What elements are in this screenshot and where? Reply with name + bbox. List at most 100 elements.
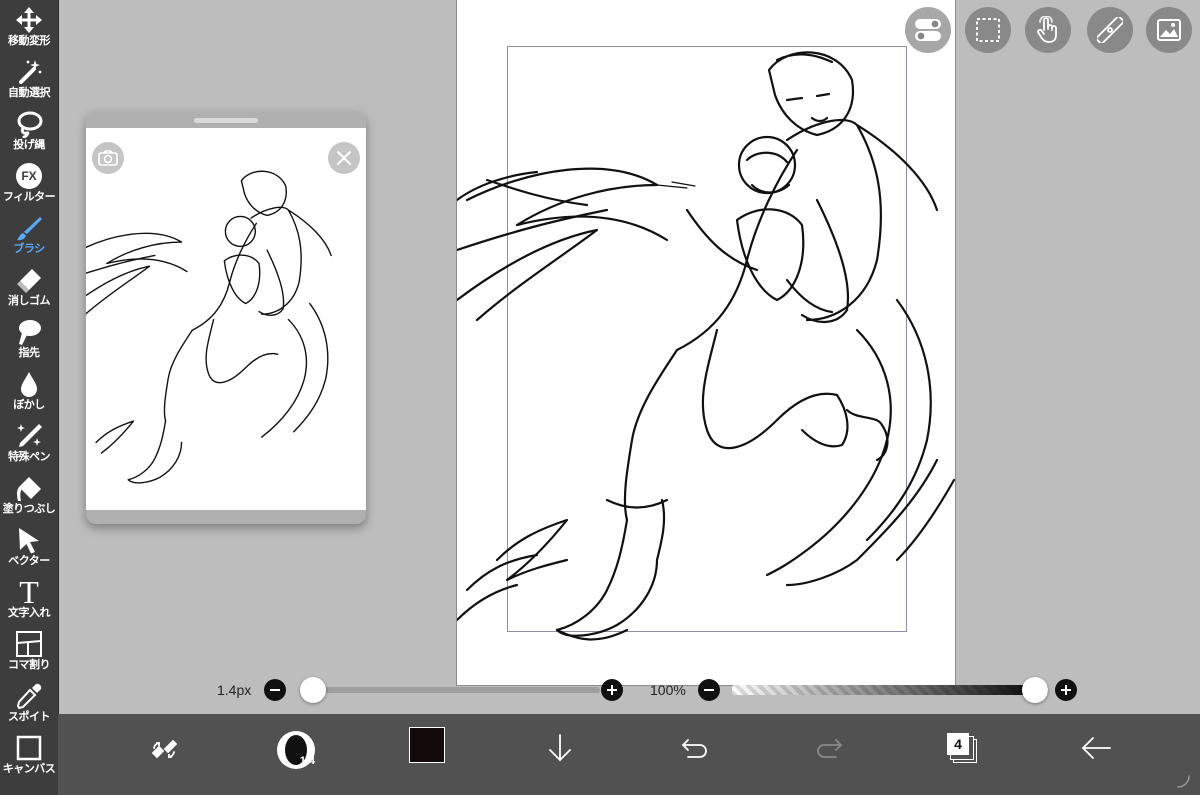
ruler-icon [1097, 17, 1123, 43]
preview-image-area [86, 128, 366, 510]
color-picker-button[interactable] [408, 726, 446, 764]
tool-filter[interactable]: FX フィルター [0, 158, 58, 210]
undo-button[interactable] [676, 730, 714, 766]
toggle-icon [915, 19, 941, 41]
arrow-down-icon [549, 734, 571, 762]
tool-label: 消しゴム [8, 295, 51, 307]
touch-gesture-button[interactable] [1025, 7, 1071, 53]
tool-text[interactable]: T 文字入れ [0, 574, 58, 626]
tool-sidebar: 移動変形 自動選択 投げ縄 FX フィルター ブラシ 消しゴム 指先 ぼかし 特… [0, 0, 59, 795]
opacity-thumb[interactable] [1022, 677, 1048, 703]
tool-label: スポイト [8, 711, 51, 723]
opacity-label: 100% [650, 682, 686, 698]
tool-label: 投げ縄 [13, 139, 45, 151]
tool-blur[interactable]: ぼかし [0, 366, 58, 418]
undo-icon [681, 739, 707, 758]
opacity-plus-button[interactable] [1055, 679, 1077, 701]
tool-brush[interactable]: ブラシ [0, 210, 58, 262]
touch-gesture-icon [1037, 16, 1057, 43]
toggle-settings-button[interactable] [905, 7, 951, 53]
special-pen-icon [14, 421, 44, 451]
tool-label: 指先 [18, 347, 41, 359]
plus-icon [607, 685, 617, 695]
tool-auto-select[interactable]: 自動選択 [0, 54, 58, 106]
tool-label: ブラシ [13, 243, 45, 255]
opacity-track [732, 685, 1048, 695]
brush-size-minus-button[interactable] [264, 679, 286, 701]
frame-divider-icon [14, 629, 44, 659]
brush-size-track [300, 687, 600, 693]
plus-icon [1061, 685, 1071, 695]
swap-tool-icon [151, 739, 178, 759]
redo-icon [817, 739, 843, 758]
line-art-illustration [457, 51, 955, 641]
tool-canvas[interactable]: キャンバス [0, 730, 58, 782]
tool-label: 自動選択 [8, 87, 51, 99]
redo-button[interactable] [810, 730, 848, 766]
back-button[interactable] [1076, 730, 1116, 766]
tool-vector[interactable]: ベクター [0, 522, 58, 574]
text-icon: T [14, 574, 44, 610]
bottom-toolbar: 1.4 4 [58, 714, 1200, 795]
tool-label: 特殊ペン [8, 451, 51, 463]
image-icon [1157, 19, 1181, 41]
finger-icon [14, 317, 44, 347]
layers-button[interactable]: 4 [942, 728, 982, 768]
tool-special-pen[interactable]: 特殊ペン [0, 418, 58, 470]
tool-label: 文字入れ [8, 607, 51, 619]
eyedropper-icon [14, 681, 44, 711]
arrow-left-icon [1081, 737, 1111, 759]
fx-icon-text: FX [21, 169, 37, 183]
tool-label: 移動変形 [8, 35, 51, 47]
save-to-canvas-button[interactable] [542, 728, 578, 768]
tool-move-transform[interactable]: 移動変形 [0, 2, 58, 54]
brush-size-plus-button[interactable] [601, 679, 623, 701]
brush-size-thumb[interactable] [300, 677, 326, 703]
tool-fill[interactable]: 塗りつぶし [0, 470, 58, 522]
move-icon [14, 5, 44, 35]
tool-eyedropper[interactable]: スポイト [0, 678, 58, 730]
reference-image-button[interactable] [1146, 7, 1192, 53]
opacity-minus-button[interactable] [698, 679, 720, 701]
selection-rect-icon [976, 18, 1000, 42]
brush-size-slider[interactable] [300, 677, 600, 703]
brush-size-badge: 1.4 [299, 755, 315, 767]
preview-camera-button[interactable] [92, 142, 124, 174]
tool-label: コマ割り [8, 659, 51, 671]
tool-label: ベクター [8, 555, 50, 567]
reference-preview-window[interactable] [86, 112, 366, 524]
tool-label: 塗りつぶし [2, 503, 56, 515]
resize-corner-handle[interactable] [1174, 772, 1192, 790]
brush-icon [14, 213, 44, 243]
preview-close-button[interactable] [328, 142, 360, 174]
opacity-slider[interactable] [732, 677, 1048, 703]
tool-label: ぼかし [13, 399, 45, 411]
current-color-swatch [409, 727, 445, 763]
preview-illustration [86, 170, 332, 484]
brush-shape-icon: 1.4 [277, 731, 315, 769]
resize-grip-icon [1177, 775, 1190, 788]
fx-icon: FX [14, 161, 44, 191]
layers-icon: 4 [947, 733, 977, 763]
swap-brush-eraser-button[interactable] [144, 730, 184, 770]
brush-size-preview-button[interactable]: 1.4 [272, 726, 320, 774]
minus-icon [704, 689, 714, 691]
close-icon [337, 151, 351, 165]
blur-drop-icon [14, 369, 44, 399]
selection-button[interactable] [965, 7, 1011, 53]
preview-drag-handle[interactable] [194, 118, 258, 123]
camera-icon [98, 150, 118, 166]
tool-label: フィルター [2, 191, 56, 203]
eraser-icon [14, 265, 44, 295]
tool-eraser[interactable]: 消しゴム [0, 262, 58, 314]
tool-finger[interactable]: 指先 [0, 314, 58, 366]
bucket-icon [14, 473, 44, 503]
canvas-icon [14, 733, 44, 763]
ruler-button[interactable] [1087, 7, 1133, 53]
drawing-canvas[interactable] [456, 0, 956, 686]
tool-frame-divider[interactable]: コマ割り [0, 626, 58, 678]
tool-lasso[interactable]: 投げ縄 [0, 106, 58, 158]
layers-count: 4 [954, 736, 962, 752]
magic-wand-icon [14, 57, 44, 87]
text-icon-glyph: T [19, 574, 39, 610]
